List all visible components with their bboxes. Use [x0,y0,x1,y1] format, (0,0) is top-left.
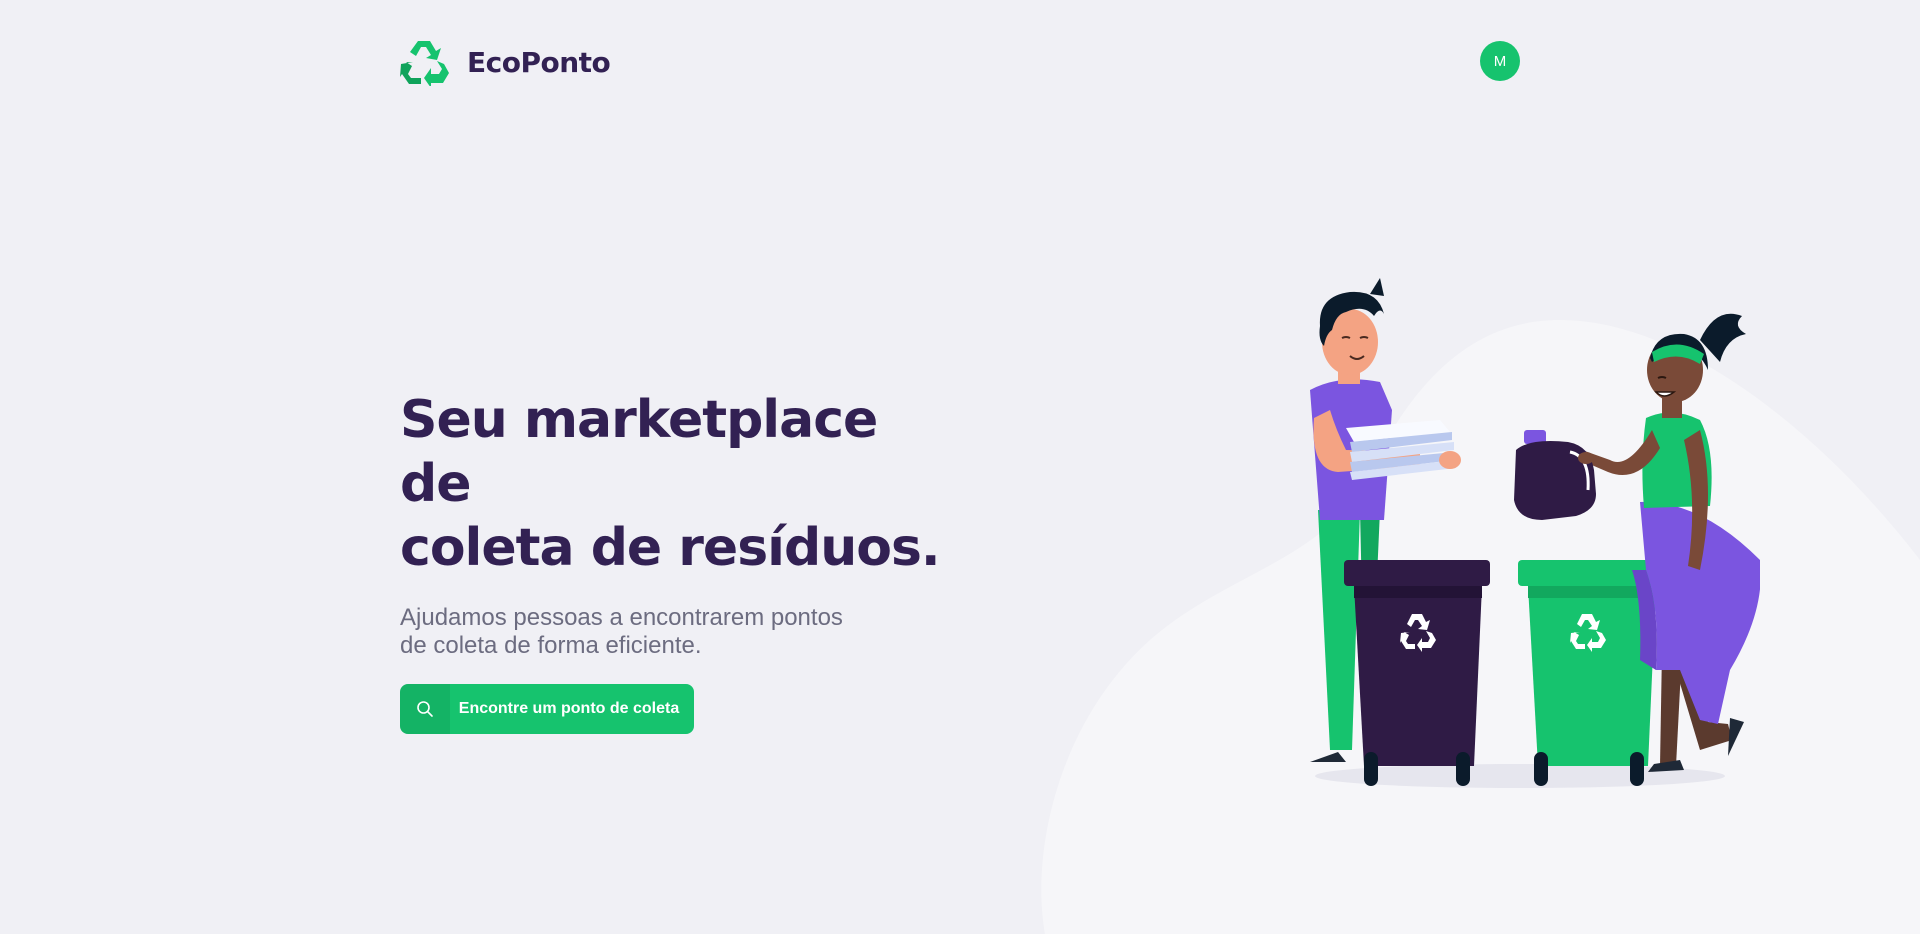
hero-section: Seu marketplace de coleta de resíduos. A… [400,388,960,734]
search-icon [400,684,450,734]
jug [1514,430,1596,520]
landing-page: EcoPonto M Seu marketplace de coleta de … [0,0,1920,934]
hero-subtitle: Ajudamos pessoas a encontrarem pontos de… [400,604,880,660]
hero-subtitle-line-2: de coleta de forma eficiente. [400,632,702,659]
hero-title: Seu marketplace de coleta de resíduos. [400,388,960,580]
find-collection-point-button[interactable]: Encontre um ponto de coleta [400,684,694,734]
hero-subtitle-line-1: Ajudamos pessoas a encontrarem pontos [400,604,843,631]
find-collection-point-label: Encontre um ponto de coleta [458,700,680,717]
hero-title-line-1: Seu marketplace de [400,390,878,514]
user-avatar[interactable]: M [1480,41,1520,81]
header: EcoPonto M [400,38,1520,86]
recycling-people-illustration [1310,278,1760,788]
logo-link[interactable]: EcoPonto [400,38,611,86]
logo-text: EcoPonto [467,45,611,79]
recycle-icon [400,41,449,86]
hero-title-line-2: coleta de resíduos. [400,518,941,578]
dark-recycling-bin [1344,560,1490,786]
